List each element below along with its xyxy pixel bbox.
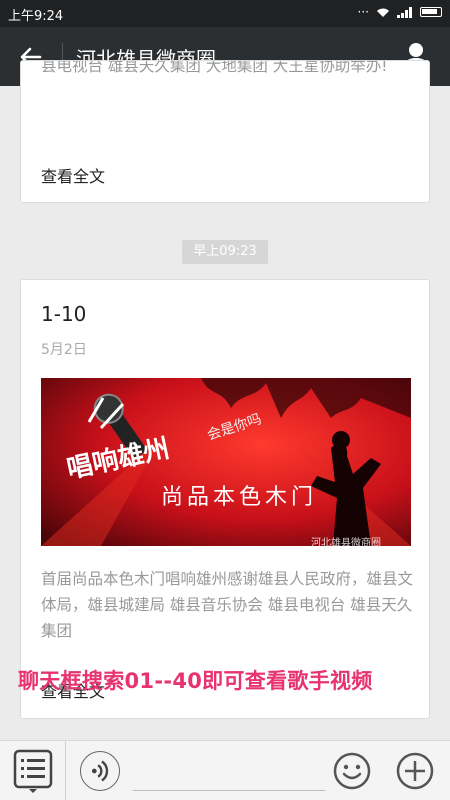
menu-list-icon[interactable] [10,749,56,793]
overlay-promo-text: 聊天框搜索01--40即可查看歌手视频 [18,669,373,693]
battery-icon [420,7,442,17]
read-more-link[interactable]: 查看全文 [41,163,105,187]
menu-separator [65,741,66,800]
status-time: 上午9:24 [8,9,64,24]
post-card[interactable]: 县电视台 雄县天久集团 大地集团 大王星协助举办! 查看全文 [20,60,430,203]
banner-subtitle: 尚品本色木门 [161,485,317,510]
bottom-input-bar [0,740,450,800]
emoji-icon[interactable] [332,751,372,791]
status-icons: ··· [358,5,442,19]
post-banner-image[interactable]: 唱响雄州 会是你吗 尚品本色木门 河北雄县微商圈 [41,378,411,546]
message-input[interactable] [133,755,325,791]
banner-watermark: 河北雄县微商圈 [311,536,381,546]
status-bar: 上午9:24 ··· [0,0,450,27]
post-card[interactable]: 1-10 5月2日 唱响雄州 会是你吗 尚品本色木门 河北雄县微商圈 首届尚品本… [20,279,430,719]
more-dots-icon: ··· [357,5,369,19]
timestamp-badge: 早上09:23 [182,240,268,264]
plus-icon[interactable] [395,751,435,791]
signal-icon [397,6,412,18]
post-excerpt: 县电视台 雄县天久集团 大地集团 大王星协助举办! [41,60,388,75]
post-title: 1-10 [41,302,87,326]
voice-icon[interactable] [80,751,120,791]
post-excerpt: 首届尚品本色木门唱响雄州感谢雄县人民政府，雄县文体局，雄县城建局 雄县音乐协会 … [41,570,414,640]
post-date: 5月2日 [41,342,87,358]
wifi-icon [377,8,389,17]
